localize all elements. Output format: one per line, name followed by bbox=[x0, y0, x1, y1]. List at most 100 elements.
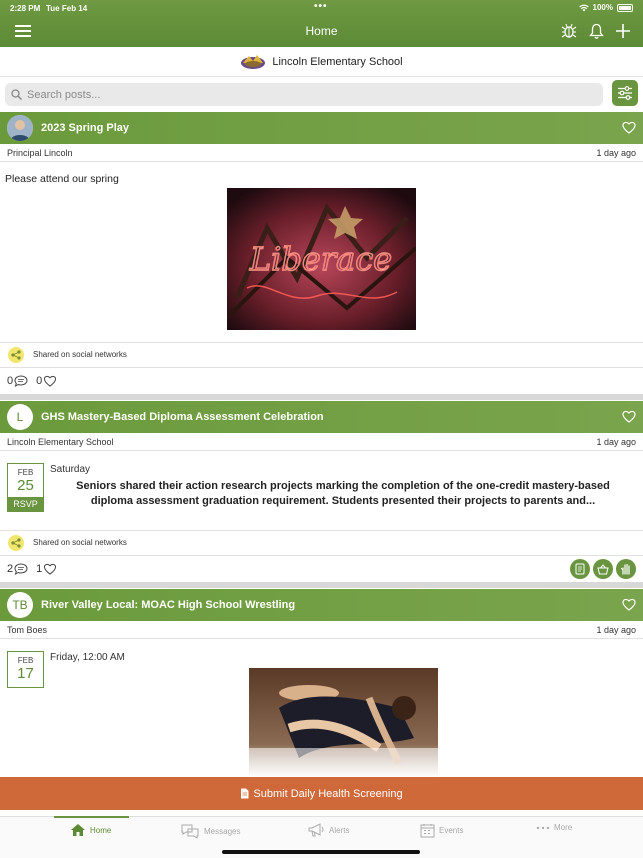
comment-count[interactable]: 0 bbox=[7, 375, 28, 387]
tab-home[interactable]: Home bbox=[70, 823, 111, 837]
favorite-heart-icon[interactable] bbox=[622, 410, 636, 423]
document-icon bbox=[575, 563, 585, 575]
bug-icon bbox=[561, 23, 577, 38]
battery-percent: 100% bbox=[592, 3, 613, 12]
multitask-dots[interactable]: ••• bbox=[314, 1, 328, 12]
shared-social-row: Shared on social networks bbox=[0, 530, 643, 554]
event-date-box[interactable]: FEB 25 RSVP bbox=[7, 463, 44, 512]
search-input[interactable] bbox=[27, 88, 587, 101]
post-body: Please attend our spring bbox=[5, 173, 119, 185]
shared-social-row: Shared on social networks bbox=[0, 342, 643, 366]
like-count[interactable]: 1 bbox=[36, 563, 57, 575]
tab-messages[interactable]: Messages bbox=[180, 823, 240, 839]
bell-icon bbox=[588, 23, 604, 39]
status-date: Tue Feb 14 bbox=[46, 4, 88, 13]
user-photo-icon bbox=[7, 115, 33, 141]
event-month: FEB bbox=[17, 656, 34, 665]
add-post-button[interactable] bbox=[612, 20, 634, 42]
like-count[interactable]: 0 bbox=[36, 375, 57, 387]
post-meta: Tom Boes 1 day ago bbox=[0, 621, 643, 639]
wifi-icon bbox=[578, 4, 589, 11]
post-stats: 2 1 bbox=[0, 555, 643, 581]
event-month: FEB bbox=[17, 468, 34, 477]
heart-outline-icon bbox=[44, 563, 57, 575]
notifications-button[interactable] bbox=[585, 20, 607, 42]
home-indicator[interactable] bbox=[222, 850, 420, 854]
post-time: 1 day ago bbox=[596, 625, 636, 635]
page-title: Home bbox=[305, 24, 338, 38]
post-header[interactable]: TB River Valley Local: MOAC High School … bbox=[0, 589, 643, 621]
filter-button[interactable] bbox=[612, 80, 638, 106]
battery-icon bbox=[617, 3, 633, 12]
post-header[interactable]: L GHS Mastery-Based Diploma Assessment C… bbox=[0, 401, 643, 433]
post-title: 2023 Spring Play bbox=[41, 122, 130, 134]
post-time: 1 day ago bbox=[596, 437, 636, 447]
post-author: Tom Boes bbox=[7, 625, 48, 635]
post-image[interactable]: Liberace Liberace bbox=[227, 188, 416, 330]
comment-count-value: 2 bbox=[7, 562, 14, 575]
tab-more[interactable]: More bbox=[536, 823, 572, 832]
comment-count-value: 0 bbox=[7, 374, 14, 387]
like-count-value: 0 bbox=[36, 374, 43, 387]
post-header[interactable]: 2023 Spring Play bbox=[0, 112, 643, 144]
status-bar: 2:28 PM Tue Feb 14 ••• 100% bbox=[0, 0, 643, 16]
avatar bbox=[7, 115, 33, 141]
status-right: 100% bbox=[578, 3, 633, 12]
document-icon bbox=[241, 788, 249, 799]
search-box[interactable] bbox=[5, 83, 603, 106]
image-sign-glow: Liberace bbox=[249, 240, 392, 278]
shared-label: Shared on social networks bbox=[33, 350, 127, 359]
post-meta: Principal Lincoln 1 day ago bbox=[0, 144, 643, 162]
active-tab-indicator bbox=[54, 816, 129, 818]
search-row bbox=[0, 79, 643, 113]
bug-report-button[interactable] bbox=[558, 20, 580, 42]
ellipsis-icon bbox=[536, 826, 550, 829]
favorite-heart-icon[interactable] bbox=[622, 598, 636, 611]
calendar-icon bbox=[420, 824, 435, 838]
tab-events[interactable]: Events bbox=[420, 823, 463, 838]
post-title: River Valley Local: MOAC High School Wre… bbox=[41, 599, 296, 611]
event-date-box[interactable]: FEB 17 bbox=[7, 651, 44, 688]
rsvp-button[interactable]: RSVP bbox=[8, 497, 43, 511]
like-count-value: 1 bbox=[36, 562, 43, 575]
tab-alerts[interactable]: Alerts bbox=[308, 823, 349, 837]
post-stats: 0 0 bbox=[0, 367, 643, 393]
heart-outline-icon bbox=[44, 375, 57, 387]
health-screening-label: Submit Daily Health Screening bbox=[253, 787, 403, 800]
comment-icon bbox=[14, 374, 28, 387]
school-logo bbox=[241, 54, 266, 69]
sliders-icon bbox=[618, 86, 632, 100]
event-day: 17 bbox=[17, 665, 34, 682]
app: 2:28 PM Tue Feb 14 ••• 100% Home Lincoln… bbox=[0, 0, 643, 858]
search-icon bbox=[11, 89, 22, 100]
tab-label: More bbox=[554, 823, 573, 832]
post-divider bbox=[0, 394, 643, 400]
home-icon bbox=[71, 824, 85, 836]
post-title: GHS Mastery-Based Diploma Assessment Cel… bbox=[41, 411, 324, 423]
top-bar: 2:28 PM Tue Feb 14 ••• 100% Home bbox=[0, 0, 643, 47]
megaphone-icon bbox=[308, 823, 324, 837]
plus-icon bbox=[616, 24, 630, 38]
shared-label: Shared on social networks bbox=[33, 538, 127, 547]
tab-label: Messages bbox=[204, 826, 241, 836]
post-divider bbox=[0, 582, 643, 588]
school-name: Lincoln Elementary School bbox=[272, 55, 403, 68]
hand-icon bbox=[620, 563, 630, 575]
basket-icon bbox=[597, 563, 609, 574]
favorite-heart-icon[interactable] bbox=[622, 121, 636, 134]
share-icon bbox=[8, 346, 24, 363]
share-icon bbox=[8, 534, 24, 551]
school-bar[interactable]: Lincoln Elementary School bbox=[0, 47, 643, 77]
post-image[interactable] bbox=[249, 668, 438, 777]
volunteer-button[interactable] bbox=[616, 559, 636, 579]
tab-label: Home bbox=[90, 825, 112, 835]
document-button[interactable] bbox=[570, 559, 590, 579]
comment-count[interactable]: 2 bbox=[7, 563, 28, 575]
tab-label: Events bbox=[439, 826, 464, 835]
post-time: 1 day ago bbox=[596, 148, 636, 158]
post-meta: Lincoln Elementary School 1 day ago bbox=[0, 433, 643, 451]
shop-button[interactable] bbox=[593, 559, 613, 579]
health-screening-button[interactable]: Submit Daily Health Screening bbox=[0, 777, 643, 810]
post-author: Lincoln Elementary School bbox=[7, 437, 114, 447]
comment-icon bbox=[14, 562, 28, 575]
